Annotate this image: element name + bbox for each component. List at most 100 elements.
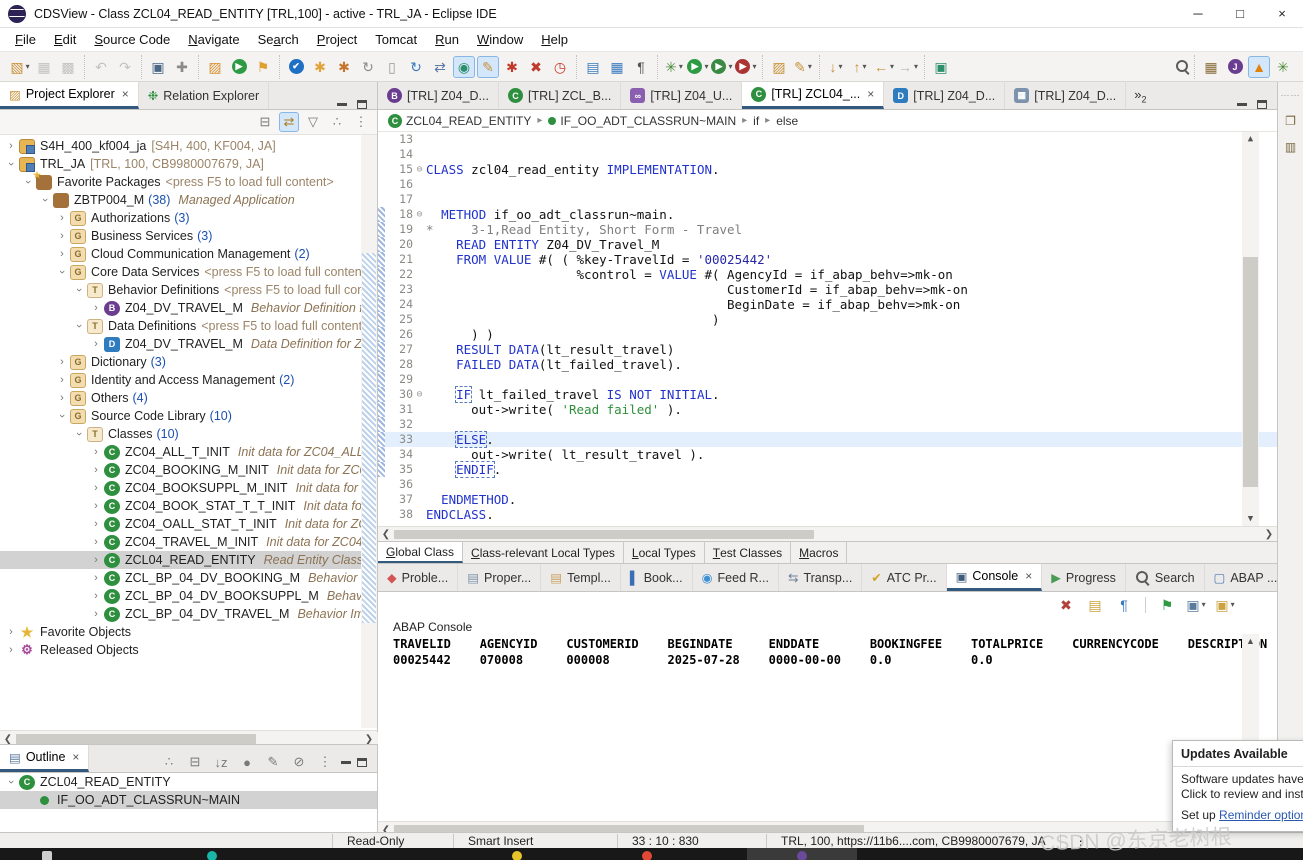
minimize-view-icon[interactable] [341, 760, 351, 764]
tree-item-zc04-booksuppl-m-init[interactable]: ›CZC04_BOOKSUPPL_M_INITInit data for ZC0… [0, 479, 377, 497]
view-tab-abap[interactable]: ▢ ABAP ... [1205, 564, 1288, 591]
expanded-arrow-icon[interactable]: › [5, 157, 17, 171]
collapse-arrow-icon[interactable]: › [89, 500, 103, 512]
tree-item-zcl04-read-entity[interactable]: ›C ZCL04_READ_ENTITY Read Entity Class for… [0, 551, 377, 569]
scroll-up-icon[interactable]: ▲ [1242, 636, 1259, 646]
outline-sort-icon[interactable]: ↓z [211, 752, 231, 772]
taskbar-app-2-icon[interactable] [512, 851, 522, 860]
tree-item-zc04-booking-m-init[interactable]: ›CZC04_BOOKING_M_INITInit data for ZC04_… [0, 461, 377, 479]
check-syntax-icon[interactable]: ✔ [285, 56, 307, 78]
maximize-editor-icon[interactable] [1257, 100, 1267, 109]
close-tab-icon[interactable]: × [122, 87, 129, 101]
tree-item-others[interactable]: › G Others (4) [0, 389, 377, 407]
menu-run[interactable]: Run [426, 29, 468, 50]
new-artifact-icon[interactable]: ✱ [309, 56, 331, 78]
outline-view-menu-icon[interactable]: ⋮ [315, 752, 335, 772]
open-abap-object-icon[interactable]: ▨ [204, 56, 226, 78]
run-history-icon[interactable]: ▶ ▾ [711, 56, 733, 78]
tree-item-business-services[interactable]: › G Business Services (3) [0, 227, 377, 245]
tree-item-core-data-services[interactable]: › G Core Data Services <press F5 to load fu… [0, 263, 377, 281]
breadcrumb-segment-if[interactable]: if [753, 114, 759, 128]
fold-marker-icon[interactable]: ⊖ [413, 387, 426, 402]
back-icon[interactable]: ← ▾ [873, 56, 895, 78]
java-perspective-icon[interactable]: J [1224, 56, 1246, 78]
taskbar-app-1-icon[interactable] [207, 851, 217, 860]
show-whitespace-icon[interactable]: ¶ [630, 56, 652, 78]
collapse-arrow-icon[interactable]: › [89, 302, 103, 314]
tree-item-classes[interactable]: › T Classes (10) [0, 425, 377, 443]
section-tab-class-relevant-local-types[interactable]: Class-relevant Local Types [463, 542, 624, 563]
search-icon[interactable] [1171, 56, 1193, 78]
transport-flag-icon[interactable]: ⚑ [252, 56, 274, 78]
code-editor[interactable]: ▲ ▼ 13 14 15 ⊖ CLASS zcl04_read_entity IMPLE… [378, 132, 1277, 526]
tree-item-s4h-400-kf004-ja[interactable]: › S4H_400_kf004_ja [S4H, 400, KF004, JA] [0, 137, 377, 155]
view-tab-feed-r[interactable]: ◉ Feed R... [693, 564, 779, 591]
collapse-arrow-icon[interactable]: › [4, 644, 18, 656]
view-menu-icon[interactable]: ⋮ [351, 112, 371, 132]
unit-tests-schedule-icon[interactable]: ◷ [549, 56, 571, 78]
close-tab-icon[interactable]: × [72, 750, 79, 764]
expanded-arrow-icon[interactable]: › [5, 775, 17, 789]
open-resource-icon[interactable]: ▨ [768, 56, 790, 78]
section-tab-local-types[interactable]: Local Types [624, 542, 705, 563]
customize-icon[interactable]: ∴ [327, 112, 347, 132]
taskbar-app-4-icon[interactable] [797, 851, 807, 860]
collapse-arrow-icon[interactable]: › [55, 212, 69, 224]
new-artifact-group-icon[interactable]: ✱ [333, 56, 355, 78]
pin-editor-icon[interactable]: ▣ [930, 56, 952, 78]
editor-vertical-scrollbar[interactable]: ▲ ▼ [1242, 132, 1259, 526]
tree-item-zc04-all-t-init[interactable]: ›C ZC04_ALL_T_INIT Init data for ZC04_ALL_… [0, 443, 377, 461]
collapse-arrow-icon[interactable]: › [55, 374, 69, 386]
tree-item-source-code-library[interactable]: › G Source Code Library (10) [0, 407, 377, 425]
lock-object-icon[interactable]: ▯ [381, 56, 403, 78]
minimize-view-icon[interactable] [337, 103, 347, 106]
tree-item-identity-and-access-management[interactable]: › G Identity and Access Management (2) [0, 371, 377, 389]
breadcrumb-segment-else[interactable]: else [776, 114, 798, 128]
window-minimize-button[interactable]: ─ [1177, 0, 1219, 28]
tree-item-data-definitions[interactable]: › T Data Definitions <press F5 to load full… [0, 317, 377, 335]
debug-icon[interactable]: ✳ ▾ [663, 56, 685, 78]
editor-scrollbar-thumb[interactable] [1243, 257, 1258, 487]
collapse-arrow-icon[interactable]: › [55, 392, 69, 404]
maximize-view-icon[interactable] [357, 100, 367, 109]
menu-source-code[interactable]: Source Code [85, 29, 179, 50]
collapse-arrow-icon[interactable]: › [4, 626, 18, 638]
section-tab-macros[interactable]: Macros [791, 542, 848, 563]
outline-item-zcl04-read-entity[interactable]: › C ZCL04_READ_ENTITY [0, 773, 377, 791]
run-unit-tests-icon[interactable]: ✱ [501, 56, 523, 78]
scroll-right-icon[interactable]: ❯ [1261, 529, 1277, 540]
scroll-up-icon[interactable]: ▲ [1242, 134, 1259, 144]
tree-item-zcl-bp-04-dv-booking-m[interactable]: ›CZCL_BP_04_DV_BOOKING_MBehavior Impleme… [0, 569, 377, 587]
fold-marker-icon[interactable]: ⊖ [413, 162, 426, 177]
abap-perspective-icon[interactable]: ▲ [1248, 55, 1270, 78]
editor-tab-4[interactable]: C [TRL] ZCL04_... × [742, 82, 885, 109]
view-tab-atc-pr[interactable]: ✔ ATC Pr... [862, 564, 947, 591]
close-tab-icon[interactable]: × [1025, 569, 1032, 583]
inspect-icon[interactable]: ✚ [171, 56, 193, 78]
tree-scrollbar-thumb[interactable] [362, 253, 376, 623]
expanded-arrow-icon[interactable]: › [56, 265, 68, 279]
display-console-icon[interactable]: ▣ ▾ [1185, 594, 1207, 616]
view-tab-progress[interactable]: ▶ Progress [1042, 564, 1126, 591]
collapse-arrow-icon[interactable]: › [55, 248, 69, 260]
editor-tab-3[interactable]: ∞ [TRL] Z04_U... [621, 82, 743, 109]
open-perspective-icon[interactable]: ▦ [1200, 56, 1222, 78]
tree-item-trl-ja[interactable]: › TRL_JA [TRL, 100, CB9980007679, JA] [0, 155, 377, 173]
show-table-icon[interactable]: ▦ [606, 56, 628, 78]
forward-icon[interactable]: → ▾ [897, 56, 919, 78]
window-maximize-button[interactable]: □ [1219, 0, 1261, 28]
new-wizard-icon[interactable]: ▧ ▾ [9, 56, 31, 78]
view-tab-templ[interactable]: ▤ Templ... [541, 564, 621, 591]
expanded-arrow-icon[interactable]: › [73, 427, 85, 441]
fold-marker-icon[interactable]: ⊖ [413, 207, 426, 222]
tree-vertical-scrollbar[interactable] [361, 135, 377, 728]
tree-item-z04-dv-travel-m[interactable]: ›D Z04_DV_TRAVEL_M Data Definition for Z04… [0, 335, 377, 353]
tree-item-zcl-bp-04-dv-travel-m[interactable]: ›CZCL_BP_04_DV_TRAVEL_MBehavior Implemen… [0, 605, 377, 623]
menu-project[interactable]: Project [308, 29, 366, 50]
menu-edit[interactable]: Edit [45, 29, 85, 50]
collapse-arrow-icon[interactable]: › [89, 554, 103, 566]
menu-help[interactable]: Help [532, 29, 577, 50]
mark-occurrences-icon[interactable]: ✎ ▾ [792, 56, 814, 78]
tree-item-zc04-book-stat-t-t-init[interactable]: ›CZC04_BOOK_STAT_T_T_INITInit data for Z… [0, 497, 377, 515]
editor-tab-6[interactable]: ▦ [TRL] Z04_D... [1005, 82, 1127, 109]
